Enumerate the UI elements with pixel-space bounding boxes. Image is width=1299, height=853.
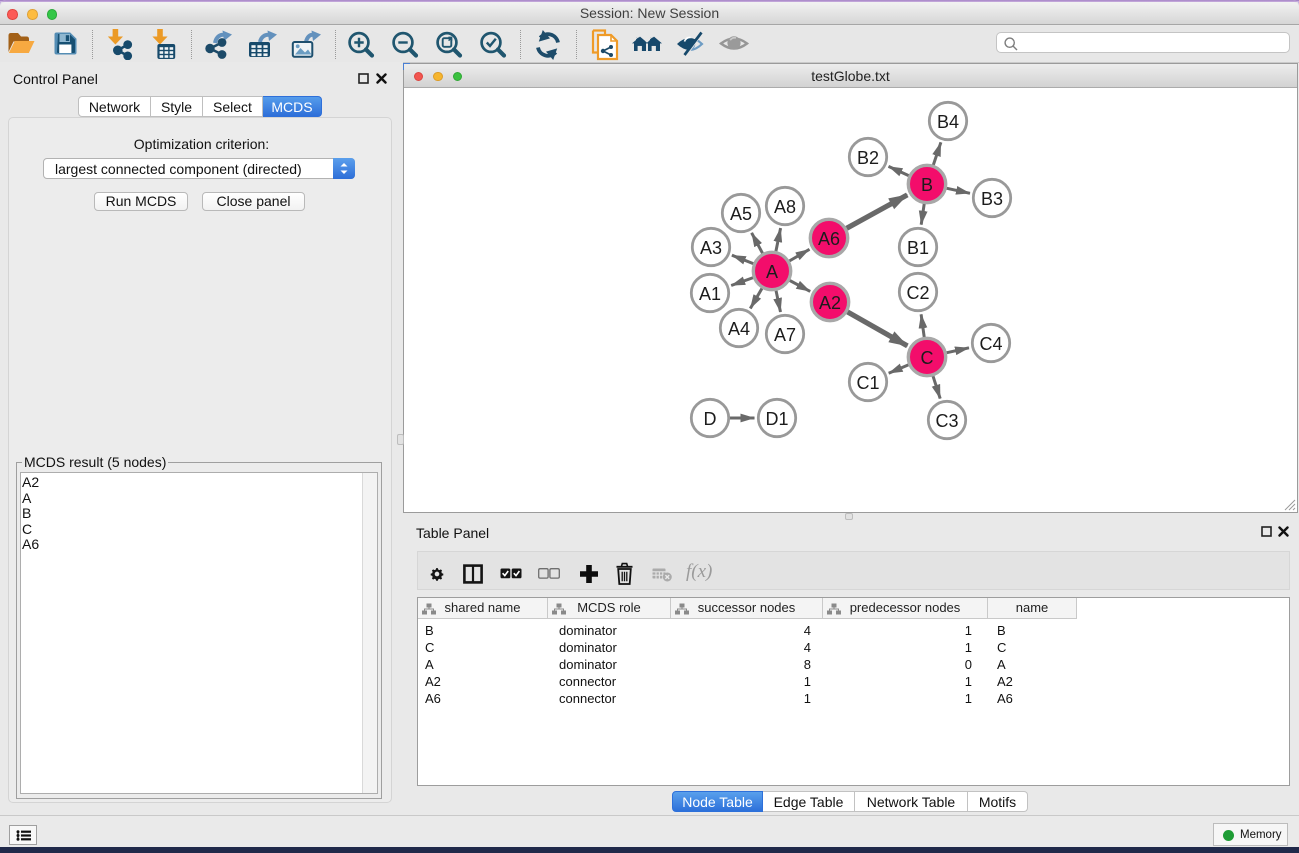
svg-text:A6: A6 bbox=[818, 229, 840, 249]
svg-text:A1: A1 bbox=[699, 284, 721, 304]
svg-text:C: C bbox=[921, 348, 934, 368]
svg-text:A5: A5 bbox=[730, 204, 752, 224]
svg-text:A3: A3 bbox=[700, 238, 722, 258]
svg-text:C3: C3 bbox=[935, 411, 958, 431]
svg-text:A4: A4 bbox=[728, 319, 750, 339]
svg-text:D1: D1 bbox=[765, 409, 788, 429]
svg-text:A8: A8 bbox=[774, 197, 796, 217]
svg-text:A: A bbox=[766, 262, 778, 282]
svg-text:B2: B2 bbox=[857, 148, 879, 168]
svg-text:B: B bbox=[921, 175, 933, 195]
svg-text:C4: C4 bbox=[979, 334, 1002, 354]
svg-text:D: D bbox=[704, 409, 717, 429]
svg-text:B4: B4 bbox=[937, 112, 959, 132]
svg-text:B3: B3 bbox=[981, 189, 1003, 209]
svg-text:B1: B1 bbox=[907, 238, 929, 258]
svg-text:C2: C2 bbox=[906, 283, 929, 303]
svg-text:A2: A2 bbox=[819, 293, 841, 313]
svg-text:C1: C1 bbox=[856, 373, 879, 393]
svg-text:A7: A7 bbox=[774, 325, 796, 345]
